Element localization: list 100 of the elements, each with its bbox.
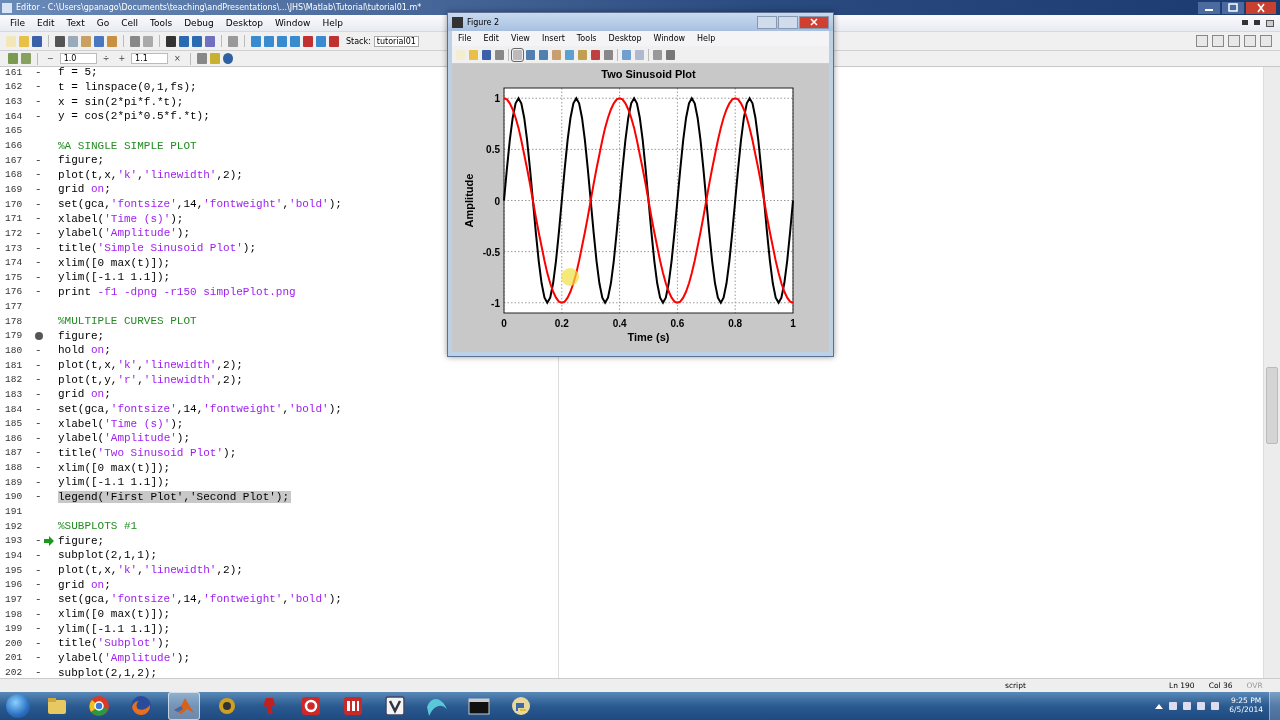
executable-line-mark: -: [35, 388, 42, 400]
menu-item[interactable]: Tools: [144, 18, 179, 28]
line-number: 184: [4, 403, 24, 415]
code-line: ylim([-1.1 1.1]);: [58, 271, 172, 284]
executable-line-mark: -: [35, 169, 42, 181]
line-number: 197: [4, 593, 24, 605]
executable-line-mark: -: [35, 213, 42, 225]
line-number: 195: [4, 564, 24, 576]
line-number: 166: [4, 140, 24, 151]
increment-field[interactable]: 1.0: [59, 53, 97, 64]
menu-item[interactable]: Window: [647, 34, 692, 43]
code-line: xlim([0 max(t)]);: [58, 256, 172, 269]
line-number: 167: [4, 154, 24, 166]
code-line: set(gca,'fontsize',14,'fontweight','bold');: [58, 198, 343, 211]
code-line: ylabel('Amplitude');: [58, 432, 192, 445]
show-hidden-icon[interactable]: [1155, 703, 1164, 709]
stack-dropdown[interactable]: tutorial01: [373, 35, 419, 47]
executable-line-mark: -: [35, 374, 42, 386]
start-button[interactable]: [6, 694, 30, 718]
code-line: xlabel('Time (s)');: [58, 417, 185, 430]
scrollbar-thumb[interactable]: [1266, 367, 1278, 444]
code-line: xlabel('Time (s)');: [58, 212, 185, 225]
menu-item[interactable]: Text: [60, 18, 91, 28]
code-line: subplot(2,1,2);: [58, 666, 159, 678]
snake-icon: [510, 695, 532, 717]
gear-icon: [216, 695, 238, 717]
increment-button[interactable]: +: [115, 54, 129, 63]
line-number: 187: [4, 447, 24, 459]
multiply-button[interactable]: ×: [171, 54, 184, 63]
line-number: 175: [4, 271, 24, 283]
line-number: 168: [4, 169, 24, 181]
code-line: ylabel('Amplitude');: [58, 227, 192, 240]
executable-line-mark: -: [35, 652, 42, 664]
menu-item[interactable]: Edit: [31, 18, 61, 28]
menu-item[interactable]: Tools: [570, 34, 603, 43]
stack-label: Stack:: [346, 36, 371, 46]
code-line: ylim([-1.1 1.1]);: [58, 476, 172, 489]
executable-line-mark: -: [35, 667, 42, 678]
code-line: set(gca,'fontsize',14,'fontweight','bold');: [58, 403, 343, 416]
line-number: 176: [4, 286, 24, 298]
code-line: %SUBPLOTS #1: [58, 520, 139, 533]
line-number: 174: [4, 257, 24, 269]
square-icon: [300, 695, 322, 717]
line-number: 172: [4, 227, 24, 239]
window-title: Figure 2: [467, 17, 500, 27]
editor-app-icon: [2, 2, 12, 13]
menu-item[interactable]: View: [504, 34, 536, 43]
line-number: 200: [4, 637, 24, 649]
line-number: 198: [4, 608, 24, 620]
code-line: xlim([0 max(t)]);: [58, 608, 172, 620]
menu-item[interactable]: Help: [691, 34, 722, 43]
menu-item[interactable]: Desktop: [219, 18, 269, 28]
line-number: 169: [4, 183, 24, 195]
scrollbar[interactable]: [1263, 67, 1280, 678]
menu-item[interactable]: Debug: [178, 18, 220, 28]
menu-item[interactable]: Help: [316, 18, 349, 28]
line-number: 191: [4, 506, 24, 518]
menu-item[interactable]: Go: [90, 18, 116, 28]
code-line: figure;: [58, 534, 106, 547]
decrement-button[interactable]: −: [44, 54, 57, 63]
cursor-highlight-icon: [560, 268, 579, 286]
x-tick-label: 0.4: [612, 318, 627, 329]
figure-app-icon: [452, 16, 463, 28]
folder-icon: [46, 695, 68, 717]
executable-line-mark: -: [35, 549, 42, 561]
line-number: 178: [4, 315, 24, 327]
show-desktop-button[interactable]: [1269, 692, 1280, 720]
menu-item[interactable]: Edit: [477, 34, 505, 43]
executable-line-mark: -: [35, 579, 42, 591]
code-line: grid on;: [58, 183, 112, 196]
code-line: ylim([-1.1 1.1]);: [58, 622, 172, 635]
menu-item[interactable]: File: [452, 34, 478, 43]
code-line: xlim([0 max(t)]);: [58, 461, 172, 474]
factor-field[interactable]: 1.1: [131, 53, 169, 64]
executable-line-mark: -: [35, 227, 42, 239]
menu-item[interactable]: File: [4, 18, 32, 28]
executable-line-mark: -: [35, 418, 42, 430]
executable-line-mark: -: [35, 637, 42, 649]
menu-item[interactable]: Insert: [535, 34, 571, 43]
menu-item[interactable]: Desktop: [602, 34, 648, 43]
code-line: y = cos(2*pi*0.5*f.*t);: [58, 110, 211, 123]
executable-line-mark: -: [35, 110, 42, 122]
line-number: 199: [4, 623, 24, 635]
code-line: t = linspace(0,1,fs);: [58, 80, 198, 93]
menu-item[interactable]: Window: [268, 18, 317, 28]
menu-item[interactable]: Cell: [115, 18, 144, 28]
line-number: 193: [4, 535, 24, 547]
line-number: 202: [4, 667, 24, 678]
executable-line-mark: -: [35, 96, 42, 108]
window-title: Editor - C:\Users\gpanago\Documents\teaching\andPresentations\...\JHS\Matlab\Tutorial\tutorial01.m*: [16, 3, 422, 12]
executable-line-mark: -: [35, 403, 42, 415]
executable-line-mark: -: [35, 81, 42, 93]
line-number: 192: [4, 520, 24, 532]
executable-line-mark: -: [35, 593, 42, 605]
line-number: 183: [4, 388, 24, 400]
executable-line-mark: -: [35, 432, 42, 444]
code-line: print -f1 -dpng -r150 simplePlot.png: [58, 285, 297, 298]
executable-line-mark: -: [35, 154, 42, 166]
code-line: %A SINGLE SIMPLE PLOT: [58, 139, 198, 152]
divide-button[interactable]: ÷: [99, 54, 113, 63]
